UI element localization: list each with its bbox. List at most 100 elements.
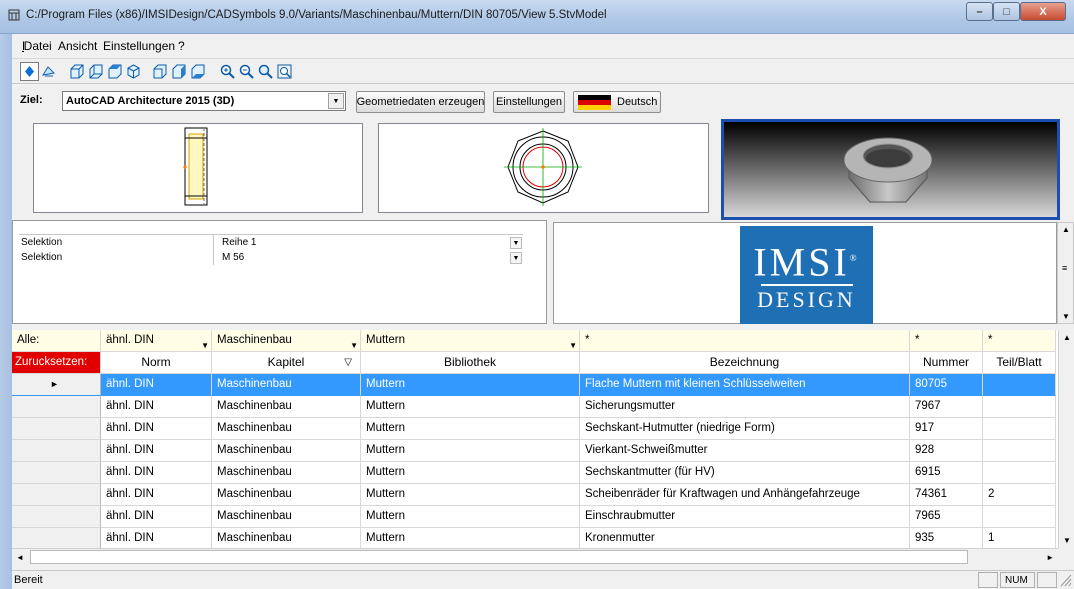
view-bottom-icon[interactable]	[188, 62, 207, 81]
cell-nummer: 6915	[910, 462, 983, 484]
logo-scrollbar[interactable]: ▲ ≡ ▼	[1057, 222, 1074, 324]
column-header-bibliothek[interactable]: Bibliothek	[361, 352, 580, 374]
scroll-right-icon[interactable]: ►	[1046, 553, 1054, 562]
cell-bezeichnung: Sechskantmutter (für HV)	[580, 462, 910, 484]
settings-button[interactable]: Einstellungen	[493, 91, 565, 113]
maximize-button[interactable]: □	[993, 2, 1020, 21]
cell-norm: ähnl. DIN	[101, 418, 212, 440]
top-view-pane[interactable]	[378, 123, 709, 213]
scroll-thumb[interactable]	[30, 550, 968, 564]
row-header[interactable]	[12, 462, 101, 484]
view-iso-icon[interactable]	[124, 62, 143, 81]
chevron-down-icon[interactable]: ▼	[201, 335, 209, 351]
close-button[interactable]: X	[1020, 2, 1066, 21]
chevron-down-icon[interactable]: ▼	[569, 335, 577, 351]
zoom-window-icon[interactable]	[256, 62, 275, 81]
cell-teil	[983, 440, 1056, 462]
cell-norm: ähnl. DIN	[101, 528, 212, 548]
target-select[interactable]: AutoCAD Architecture 2015 (3D) ▼	[62, 91, 346, 111]
column-header-norm[interactable]: Norm	[101, 352, 212, 374]
cell-nummer: 74361	[910, 484, 983, 506]
generate-geometry-button[interactable]: Geometriedaten erzeugen	[356, 91, 485, 113]
cell-teil: 2	[983, 484, 1056, 506]
row-header[interactable]	[12, 396, 101, 418]
view-left-icon[interactable]	[150, 62, 169, 81]
view-front-icon[interactable]	[67, 62, 86, 81]
column-header-nummer[interactable]: Nummer	[910, 352, 983, 374]
column-header-bezeichnung[interactable]: Bezeichnung	[580, 352, 910, 374]
row-header[interactable]	[12, 506, 101, 528]
scroll-grip-icon[interactable]: ≡	[1062, 263, 1067, 273]
chevron-down-icon[interactable]: ▼	[510, 237, 522, 249]
menu-einstellungen[interactable]: Einstellungen	[103, 39, 175, 53]
row-header[interactable]	[12, 528, 101, 548]
select-mode-icon[interactable]	[20, 62, 39, 81]
rotate-view-icon[interactable]	[39, 62, 58, 81]
selection-value: Reihe 1	[222, 237, 257, 248]
menu-datei[interactable]: DDatei	[22, 39, 52, 53]
cell-bibliothek: Muttern	[361, 484, 580, 506]
selection-panel: Selektion Reihe 1 ▼ Selektion M 56 ▼	[12, 220, 547, 324]
window-frame-left	[0, 34, 12, 589]
view-right-icon[interactable]	[169, 62, 188, 81]
reset-button[interactable]: Zurucksetzen:	[12, 352, 101, 374]
selection-row[interactable]: Selektion M 56 ▼	[13, 251, 546, 265]
cell-bibliothek: Muttern	[361, 528, 580, 548]
filter-bezeichnung[interactable]: *	[580, 330, 910, 352]
scroll-left-icon[interactable]: ◄	[16, 553, 24, 562]
status-panel-caps	[978, 572, 998, 588]
zoom-out-icon[interactable]	[237, 62, 256, 81]
german-flag-icon	[578, 94, 611, 110]
cell-bibliothek: Muttern	[361, 374, 580, 396]
filter-teil[interactable]: *	[983, 330, 1056, 352]
scroll-up-icon[interactable]: ▲	[1062, 225, 1070, 234]
row-header[interactable]: ►	[12, 374, 101, 396]
filter-kapitel[interactable]: Maschinenbau ▼	[212, 330, 361, 352]
chevron-down-icon[interactable]: ▼	[328, 93, 344, 109]
resize-grip-icon[interactable]	[1060, 574, 1072, 587]
scroll-up-icon[interactable]: ▲	[1063, 333, 1071, 342]
chevron-down-icon[interactable]: ▼	[510, 252, 522, 264]
cell-kapitel: Maschinenbau	[212, 528, 361, 548]
3d-view-pane[interactable]	[721, 119, 1060, 220]
cell-nummer: 7967	[910, 396, 983, 418]
cell-bezeichnung: Scheibenräder für Kraftwagen und Anhänge…	[580, 484, 910, 506]
filter-nummer[interactable]: *	[910, 330, 983, 352]
row-header[interactable]	[12, 440, 101, 462]
view-back-icon[interactable]	[86, 62, 105, 81]
view-top-icon[interactable]	[105, 62, 124, 81]
zoom-in-icon[interactable]	[218, 62, 237, 81]
table-horizontal-scrollbar[interactable]: ◄ ►	[12, 548, 1058, 565]
selection-label: Selektion	[21, 252, 63, 263]
selection-row[interactable]: Selektion Reihe 1 ▼	[13, 236, 546, 250]
filter-norm[interactable]: ähnl. DIN ▼	[101, 330, 212, 352]
cell-bibliothek: Muttern	[361, 440, 580, 462]
selection-divider	[213, 235, 214, 265]
minimize-button[interactable]: –	[966, 2, 993, 21]
zoom-extents-icon[interactable]	[275, 62, 294, 81]
cell-bibliothek: Muttern	[361, 418, 580, 440]
menu-help[interactable]: ?	[178, 39, 185, 53]
column-header-kapitel[interactable]: Kapitel ▽	[212, 352, 361, 374]
logo-pane: IMSI® DESIGN	[553, 222, 1057, 324]
target-select-value: AutoCAD Architecture 2015 (3D)	[66, 95, 235, 107]
column-header-teil[interactable]: Teil/Blatt	[983, 352, 1056, 374]
sort-icon: ▽	[344, 357, 352, 368]
front-view-pane[interactable]	[33, 123, 363, 213]
scroll-down-icon[interactable]: ▼	[1063, 536, 1071, 545]
status-text: Bereit	[14, 574, 43, 586]
window-title: C:/Program Files (x86)/IMSIDesign/CADSym…	[26, 9, 607, 21]
row-header[interactable]	[12, 418, 101, 440]
scroll-down-icon[interactable]: ▼	[1062, 312, 1070, 321]
cell-norm: ähnl. DIN	[101, 440, 212, 462]
filter-bibliothek[interactable]: Muttern ▼	[361, 330, 580, 352]
cell-kapitel: Maschinenbau	[212, 440, 361, 462]
language-button[interactable]: Deutsch	[573, 91, 661, 113]
menu-ansicht[interactable]: Ansicht	[58, 39, 97, 53]
cell-nummer: 917	[910, 418, 983, 440]
cell-bezeichnung: Kronenmutter	[580, 528, 910, 548]
chevron-down-icon[interactable]: ▼	[350, 335, 358, 351]
table-vertical-scrollbar[interactable]: ▲ ▼	[1058, 330, 1074, 548]
imsi-design-logo: IMSI® DESIGN	[740, 226, 873, 324]
row-header[interactable]	[12, 484, 101, 506]
